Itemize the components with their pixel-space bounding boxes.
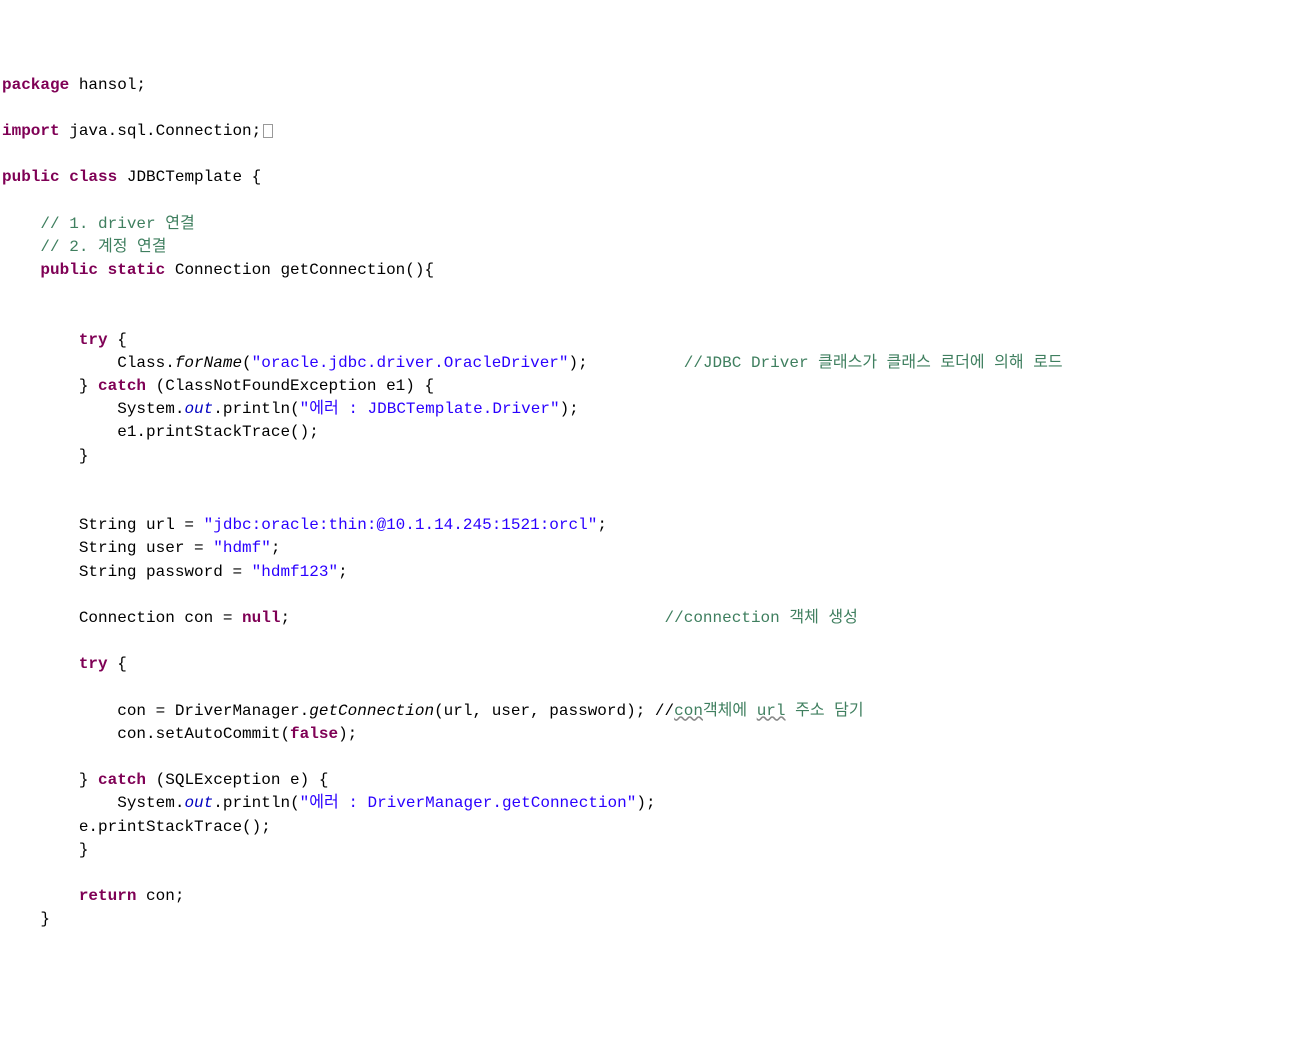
text: con.setAutoCommit( [2,725,290,743]
keyword-class: class [69,168,117,186]
string-literal: "에러 : DriverManager.getConnection" [300,794,637,812]
keyword-import: import [2,122,60,140]
keyword-false: false [290,725,338,743]
string-literal: "hdmf" [213,539,271,557]
text: ); [560,400,579,418]
text: ; [338,563,348,581]
text: String url = [2,516,204,534]
code-line: e1.printStackTrace(); [2,423,319,441]
text: String password = [2,563,252,581]
text: .println( [213,400,299,418]
code-line: con.setAutoCommit(false); [2,725,357,743]
text: con = DriverManager. [2,702,309,720]
code-line: } [2,841,88,859]
code-line: try { [2,331,127,349]
keyword-static: static [108,261,166,279]
text: ); [569,354,588,372]
text: System. [2,794,184,812]
code-line: return con; [2,887,184,905]
text: Connection getConnection(){ [165,261,434,279]
code-line: } catch (SQLException e) { [2,771,328,789]
text: { [108,331,127,349]
code-line: public class JDBCTemplate { [2,168,261,186]
comment: //JDBC Driver 클래스가 클래스 로더에 의해 로드 [588,354,1063,372]
comment: // 1. driver 연결 [2,215,195,233]
string-literal: "hdmf123" [252,563,338,581]
text: ; [271,539,281,557]
text: System. [2,400,184,418]
text: (ClassNotFoundException e1) { [146,377,434,395]
text: Class. [2,354,175,372]
text: java.sql.Connection; [60,122,262,140]
text: } [2,771,98,789]
code-line: } [2,910,50,928]
underlined-text: url [757,702,786,720]
code-line: String password = "hdmf123"; [2,563,348,581]
text: con; [136,887,184,905]
code-line: try { [2,655,127,673]
code-line: String user = "hdmf"; [2,539,280,557]
text: ); [636,794,655,812]
underlined-text: con [674,702,703,720]
text: (SQLException e) { [146,771,328,789]
keyword-null: null [242,609,280,627]
static-method: getConnection [309,702,434,720]
keyword-catch: catch [98,377,146,395]
code-line: public static Connection getConnection()… [2,261,434,279]
text: 객체에 [703,702,757,720]
text: hansol; [69,76,146,94]
keyword-try: try [79,331,108,349]
text: { [108,655,127,673]
keyword-public: public [40,261,98,279]
text: ; [280,609,290,627]
text: } [2,377,98,395]
comment: con객체에 url 주소 담기 [674,702,863,720]
code-line: String url = "jdbc:oracle:thin:@10.1.14.… [2,516,607,534]
static-field: out [184,400,213,418]
text: ( [242,354,252,372]
static-method: forName [175,354,242,372]
code-line: package hansol; [2,76,146,94]
string-literal: "jdbc:oracle:thin:@10.1.14.245:1521:orcl… [204,516,598,534]
keyword-return: return [79,887,137,905]
static-field: out [184,794,213,812]
code-line: Connection con = null; //connection 객체 생… [2,609,858,627]
code-editor[interactable]: package hansol; import java.sql.Connecti… [2,74,1310,932]
keyword-package: package [2,76,69,94]
code-line: } catch (ClassNotFoundException e1) { [2,377,434,395]
text: Connection con = [2,609,242,627]
text: ; [597,516,607,534]
code-line: Class.forName("oracle.jdbc.driver.Oracle… [2,354,1063,372]
code-line: System.out.println("에러 : DriverManager.g… [2,794,656,812]
text: ); [338,725,357,743]
text: JDBCTemplate { [117,168,261,186]
string-literal: "oracle.jdbc.driver.OracleDriver" [252,354,569,372]
keyword-public: public [2,168,60,186]
code-line: e.printStackTrace(); [2,818,271,836]
code-line: System.out.println("에러 : JDBCTemplate.Dr… [2,400,579,418]
comment: //connection 객체 생성 [290,609,858,627]
text: String user = [2,539,213,557]
code-line: } [2,447,88,465]
text: (url, user, password); // [434,702,674,720]
string-literal: "에러 : JDBCTemplate.Driver" [300,400,560,418]
text: 주소 담기 [786,702,864,720]
collapse-icon[interactable] [263,124,273,138]
keyword-try: try [79,655,108,673]
code-line: import java.sql.Connection; [2,122,273,140]
comment: // 2. 계정 연결 [2,238,167,256]
keyword-catch: catch [98,771,146,789]
text: .println( [213,794,299,812]
code-line: con = DriverManager.getConnection(url, u… [2,702,864,720]
